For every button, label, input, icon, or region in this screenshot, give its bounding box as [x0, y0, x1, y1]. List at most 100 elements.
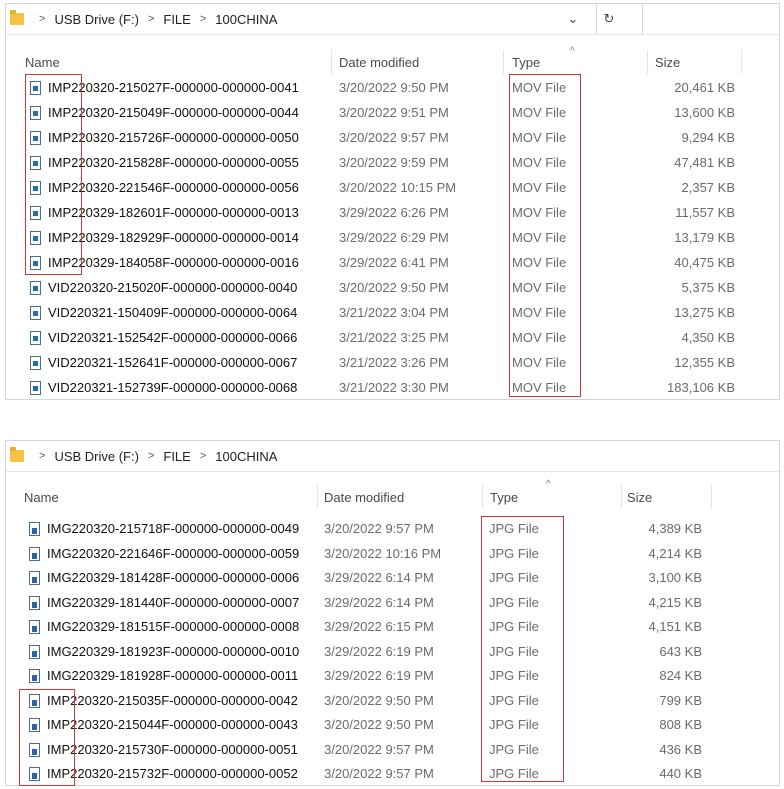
chevron-right-icon[interactable]: > [39, 450, 45, 462]
file-row[interactable]: VID220321-152542F-000000-000000-0066 3/2… [6, 326, 779, 351]
column-divider[interactable] [647, 50, 648, 74]
file-row[interactable]: IMG220329-181923F-000000-000000-0010 3/2… [6, 640, 779, 665]
file-size: 40,475 KB [674, 255, 735, 270]
breadcrumb-100china[interactable]: 100CHINA [215, 449, 277, 464]
file-row[interactable]: IMP220329-182601F-000000-000000-0013 3/2… [6, 201, 779, 226]
column-divider[interactable] [331, 50, 332, 74]
file-row[interactable]: VID220321-152739F-000000-000000-0068 3/2… [6, 376, 779, 401]
file-name: IMP220320-215828F-000000-000000-0055 [48, 155, 299, 170]
file-date: 3/21/2022 3:26 PM [339, 355, 449, 370]
file-name: IMG220329-181428F-000000-000000-0006 [47, 570, 300, 585]
column-header-type[interactable]: Type [512, 55, 540, 70]
column-header-name[interactable]: Name [24, 490, 59, 505]
column-header-date[interactable]: Date modified [324, 490, 404, 505]
file-date: 3/21/2022 3:25 PM [339, 330, 449, 345]
file-name: VID220321-152641F-000000-000000-0067 [48, 355, 298, 370]
search-input[interactable] [642, 4, 781, 34]
file-row[interactable]: VID220321-152641F-000000-000000-0067 3/2… [6, 351, 779, 376]
column-divider[interactable] [317, 485, 318, 509]
address-bar[interactable]: > USB Drive (F:) > FILE > 100CHINA ⌄ ↻ [6, 4, 779, 35]
file-row[interactable]: IMG220329-181928F-000000-000000-0011 3/2… [6, 664, 779, 689]
highlight-box-imp-names [25, 74, 82, 275]
file-date: 3/20/2022 9:50 PM [339, 280, 449, 295]
file-name: IMP220320-215027F-000000-000000-0041 [48, 80, 299, 95]
column-header-size[interactable]: Size [655, 55, 680, 70]
chevron-down-icon[interactable]: ⌄ [561, 8, 585, 30]
breadcrumb-file[interactable]: FILE [163, 12, 190, 27]
image-file-icon [29, 644, 40, 659]
file-size: 47,481 KB [674, 155, 735, 170]
breadcrumb: > USB Drive (F:) > FILE > 100CHINA [30, 12, 277, 27]
file-explorer-window-jpg: > USB Drive (F:) > FILE > 100CHINA Name … [5, 440, 780, 786]
file-name: IMP220320-215730F-000000-000000-0051 [47, 741, 298, 757]
column-header-name[interactable]: Name [25, 55, 60, 70]
breadcrumb: > USB Drive (F:) > FILE > 100CHINA [30, 449, 277, 464]
file-size: 643 KB [659, 643, 702, 659]
file-row[interactable]: IMP220320-215732F-000000-000000-0052 3/2… [6, 762, 779, 787]
column-header-size[interactable]: Size [627, 490, 652, 505]
file-row[interactable]: IMG220320-221646F-000000-000000-0059 3/2… [6, 542, 779, 567]
breadcrumb-usb-drive[interactable]: USB Drive (F:) [54, 449, 139, 464]
column-header-row: Name Date modified Type ^ Size [6, 46, 779, 76]
file-name: IMG220320-215718F-000000-000000-0049 [47, 521, 300, 536]
file-row[interactable]: IMP220320-221546F-000000-000000-0056 3/2… [6, 176, 779, 201]
file-date: 3/29/2022 6:15 PM [324, 619, 434, 634]
column-divider[interactable] [741, 50, 742, 74]
file-name: IMG220329-181515F-000000-000000-0008 [47, 619, 300, 634]
file-size: 183,106 KB [667, 380, 735, 395]
breadcrumb-usb-drive[interactable]: USB Drive (F:) [54, 12, 139, 27]
file-row[interactable]: IMP220320-215044F-000000-000000-0043 3/2… [6, 713, 779, 738]
chevron-right-icon[interactable]: > [148, 13, 154, 25]
file-row[interactable]: IMP220320-215730F-000000-000000-0051 3/2… [6, 738, 779, 763]
breadcrumb-file[interactable]: FILE [163, 449, 190, 464]
file-size: 13,275 KB [674, 305, 735, 320]
highlight-box-mov-type [509, 74, 581, 397]
file-date: 3/20/2022 10:15 PM [339, 180, 457, 195]
column-divider[interactable] [482, 485, 483, 509]
file-row[interactable]: IMP220329-182929F-000000-000000-0014 3/2… [6, 226, 779, 251]
file-size: 13,600 KB [674, 105, 735, 120]
column-header-type[interactable]: Type [490, 490, 518, 505]
file-name: VID220320-215020F-000000-000000-0040 [48, 280, 298, 295]
file-row[interactable]: IMG220320-215718F-000000-000000-0049 3/2… [6, 517, 779, 542]
chevron-right-icon[interactable]: > [200, 13, 206, 25]
column-divider[interactable] [711, 485, 712, 509]
file-row[interactable]: IMG220329-181428F-000000-000000-0006 3/2… [6, 566, 779, 591]
chevron-right-icon[interactable]: > [200, 450, 206, 462]
file-row[interactable]: VID220321-150409F-000000-000000-0064 3/2… [6, 301, 779, 326]
file-name: IMP220320-215732F-000000-000000-0052 [47, 766, 298, 781]
file-size: 4,389 KB [648, 521, 703, 536]
file-row[interactable]: VID220320-215020F-000000-000000-0040 3/2… [6, 276, 779, 301]
file-date: 3/20/2022 9:57 PM [324, 766, 434, 781]
address-bar[interactable]: > USB Drive (F:) > FILE > 100CHINA [6, 441, 779, 472]
column-divider[interactable] [503, 50, 504, 74]
file-row[interactable]: IMP220320-215828F-000000-000000-0055 3/2… [6, 151, 779, 176]
file-date: 3/20/2022 9:57 PM [339, 130, 449, 145]
file-row[interactable]: IMP220329-184058F-000000-000000-0016 3/2… [6, 251, 779, 276]
column-header-row: Name Date modified Type ^ Size [6, 479, 779, 511]
sort-ascending-icon: ^ [546, 479, 551, 490]
column-divider[interactable] [621, 485, 622, 509]
chevron-right-icon[interactable]: > [39, 13, 45, 25]
file-size: 4,151 KB [648, 619, 703, 634]
file-size: 11,557 KB [675, 205, 735, 220]
breadcrumb-100china[interactable]: 100CHINA [215, 12, 277, 27]
file-date: 3/20/2022 9:57 PM [324, 741, 434, 757]
image-file-icon [29, 571, 40, 585]
file-row[interactable]: IMP220320-215035F-000000-000000-0042 3/2… [6, 689, 779, 714]
refresh-icon[interactable]: ↻ [596, 4, 621, 34]
file-date: 3/20/2022 9:50 PM [324, 692, 434, 708]
file-name: IMP220320-215049F-000000-000000-0044 [48, 105, 299, 120]
file-row[interactable]: IMP220320-215027F-000000-000000-0041 3/2… [6, 76, 779, 101]
file-date: 3/20/2022 9:59 PM [339, 155, 449, 170]
file-date: 3/21/2022 3:04 PM [339, 305, 449, 320]
file-row[interactable]: IMP220320-215726F-000000-000000-0050 3/2… [6, 126, 779, 151]
file-date: 3/20/2022 9:50 PM [324, 717, 434, 732]
file-row[interactable]: IMG220329-181515F-000000-000000-0008 3/2… [6, 615, 779, 640]
column-header-date[interactable]: Date modified [339, 55, 419, 70]
file-row[interactable]: IMG220329-181440F-000000-000000-0007 3/2… [6, 591, 779, 616]
file-date: 3/20/2022 10:16 PM [324, 545, 442, 561]
file-name: IMP220329-182601F-000000-000000-0013 [48, 205, 299, 220]
chevron-right-icon[interactable]: > [148, 450, 154, 462]
file-row[interactable]: IMP220320-215049F-000000-000000-0044 3/2… [6, 101, 779, 126]
